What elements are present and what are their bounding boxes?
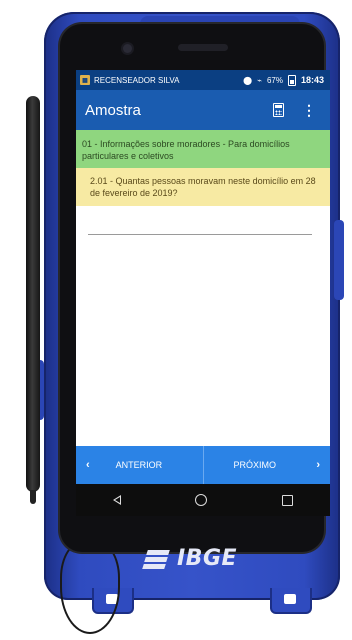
- section-text: 01 - Informações sobre moradores - Para …: [82, 139, 290, 161]
- question-text: 2.01 - Quantas pessoas moravam neste dom…: [90, 176, 316, 198]
- front-camera: [123, 44, 132, 53]
- case-foot: [270, 588, 312, 614]
- ibge-logo: IBGE: [142, 546, 238, 571]
- chevron-right-icon: ›: [316, 459, 320, 471]
- app-logo-icon: ▦: [80, 75, 90, 85]
- next-label: PRÓXIMO: [233, 460, 277, 470]
- section-header: 01 - Informações sobre moradores - Para …: [76, 130, 330, 168]
- recent-apps-icon[interactable]: [281, 494, 293, 506]
- calculator-icon[interactable]: [273, 103, 284, 117]
- previous-button[interactable]: ‹ ANTERIOR: [76, 446, 204, 484]
- home-icon[interactable]: [195, 494, 208, 506]
- status-time: 18:43: [300, 75, 324, 85]
- lanyard-cord: [60, 540, 120, 634]
- stylus: [26, 96, 40, 492]
- next-button[interactable]: PRÓXIMO ›: [204, 446, 331, 484]
- page-title: Amostra: [85, 101, 141, 119]
- battery-icon: [287, 74, 296, 86]
- status-app-name: RECENSEADOR SILVA: [94, 75, 180, 85]
- previous-label: ANTERIOR: [115, 460, 163, 470]
- battery-percent: 67%: [266, 75, 283, 85]
- case-side-button: [334, 220, 344, 300]
- wifi-off-icon: ⌁: [257, 75, 262, 85]
- stylus-tip: [30, 490, 36, 504]
- question-header: 2.01 - Quantas pessoas moravam neste dom…: [76, 168, 330, 206]
- status-bar: ▦ RECENSEADOR SILVA ⬤ ⌁ 67% 18:43: [76, 70, 330, 90]
- more-vert-icon[interactable]: ⋮: [302, 103, 316, 117]
- system-navigation-bar: [76, 484, 330, 516]
- app-bar: Amostra ⋮: [76, 90, 330, 130]
- chevron-left-icon: ‹: [86, 459, 90, 471]
- ibge-logo-mark: [142, 548, 173, 570]
- location-icon: ⬤: [243, 75, 253, 85]
- phone-screen: ▦ RECENSEADOR SILVA ⬤ ⌁ 67% 18:43 Amostr…: [76, 70, 330, 516]
- form-navigation: ‹ ANTERIOR PRÓXIMO ›: [76, 446, 330, 484]
- back-icon[interactable]: [113, 495, 122, 505]
- earpiece-speaker: [178, 44, 228, 51]
- ibge-logo-text: IBGE: [177, 546, 238, 571]
- answer-input[interactable]: [88, 222, 312, 235]
